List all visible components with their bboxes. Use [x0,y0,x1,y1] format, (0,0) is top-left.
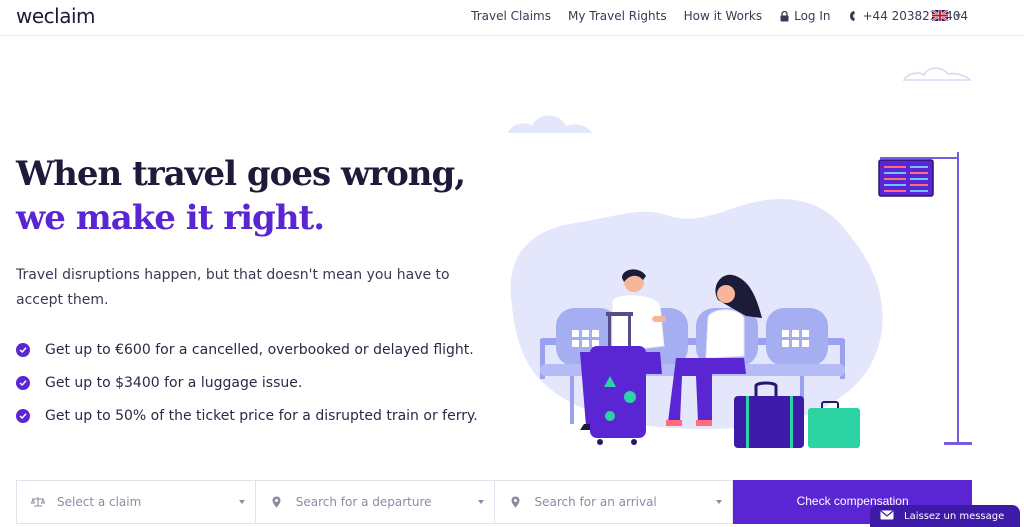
departure-select[interactable]: Search for a departure [256,481,495,523]
arrival-select[interactable]: Search for an arrival [495,481,734,523]
departure-board [878,152,972,445]
nav-log-in-label: Log In [794,9,831,23]
benefit-item: Get up to $3400 for a luggage issue. [16,366,478,399]
benefit-item: Get up to €600 for a cancelled, overbook… [16,333,478,366]
benefits-list: Get up to €600 for a cancelled, overbook… [16,333,478,432]
lock-icon [779,10,789,22]
claim-type-placeholder: Select a claim [57,495,142,509]
nav-travel-claims[interactable]: Travel Claims [471,9,551,23]
hero-title-highlight: we make it right. [16,198,325,238]
language-chevron-down-icon[interactable] [955,14,961,18]
chevron-down-icon [477,500,484,504]
nav-travel-claims-label: Travel Claims [471,9,551,23]
arrival-placeholder: Search for an arrival [534,495,657,509]
hero-title: When travel goes wrong, [16,154,466,194]
scales-icon [31,495,45,509]
phone-icon [848,10,858,22]
envelope-icon [880,510,894,523]
check-icon [16,342,30,357]
benefit-text: Get up to $3400 for a luggage issue. [45,374,303,391]
nav-phone[interactable]: +44 2038236404 [848,9,969,23]
main-nav: Travel Claims My Travel Rights How it Wo… [454,0,968,32]
cloud-icon [508,115,592,133]
nav-how-it-works-label: How it Works [683,9,763,23]
hero-subtitle: Travel disruptions happen, but that does… [16,267,450,308]
benefit-item: Get up to 50% of the ticket price for a … [16,399,478,432]
check-icon [16,375,30,390]
bag-green [808,401,860,448]
header: weclaim Travel Claims My Travel Rights H… [0,0,1024,36]
location-pin-icon [509,495,523,509]
nav-how-it-works[interactable]: How it Works [684,9,763,23]
hero-illustration [508,67,972,448]
nav-log-in[interactable]: Log In [779,9,831,23]
claim-search-bar: Select a claim Search for a departure Se… [16,480,972,524]
chat-widget[interactable]: Laissez un message [870,505,1020,527]
chevron-down-icon [238,500,245,504]
nav-travel-rights-label: My Travel Rights [567,9,667,23]
benefit-text: Get up to 50% of the ticket price for a … [45,407,478,424]
nav-phone-label: +44 2038236404 [862,9,969,23]
claim-type-select[interactable]: Select a claim [17,481,256,523]
nav-travel-rights[interactable]: My Travel Rights [568,9,667,23]
logo[interactable]: weclaim [16,4,96,28]
check-icon [16,408,30,423]
departure-placeholder: Search for a departure [295,495,432,509]
chat-label: Laissez un message [904,510,1005,522]
chevron-down-icon [716,500,723,504]
benefit-text: Get up to €600 for a cancelled, overbook… [45,341,474,358]
cloud-outline-icon [902,67,972,81]
uk-flag-icon[interactable] [932,10,948,21]
location-pin-icon [270,495,284,509]
